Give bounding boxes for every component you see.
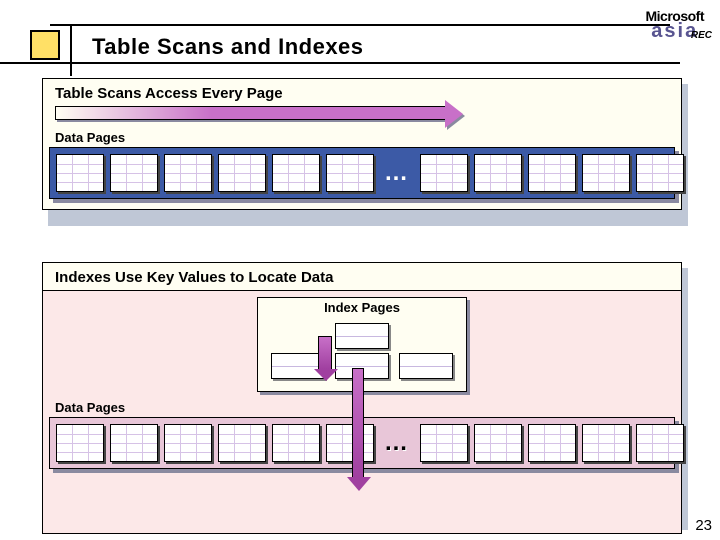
page-block	[110, 424, 158, 462]
deco-square	[30, 30, 74, 74]
page-block	[56, 154, 104, 192]
page-number: 23	[695, 517, 712, 534]
page-block	[420, 424, 468, 462]
page-block	[56, 424, 104, 462]
page-block	[420, 154, 468, 192]
data-pages-label-1: Data Pages	[43, 124, 681, 145]
index-arrow-2-icon	[352, 368, 364, 478]
page-block	[636, 154, 684, 192]
page-block	[326, 424, 374, 462]
page-block	[272, 424, 320, 462]
rule-horizontal-top	[50, 24, 670, 26]
index-pages-label: Index Pages	[266, 300, 458, 319]
panel-indexes: Indexes Use Key Values to Locate Data In…	[42, 262, 682, 534]
page-block	[326, 154, 374, 192]
panel-2-heading: Indexes Use Key Values to Locate Data	[43, 263, 681, 291]
page-block	[474, 154, 522, 192]
panel-1-heading: Table Scans Access Every Page	[43, 79, 681, 106]
index-arrow-1-icon	[318, 336, 332, 370]
panel-table-scans: Table Scans Access Every Page Data Pages…	[42, 78, 682, 210]
page-block	[164, 154, 212, 192]
page-block	[582, 424, 630, 462]
index-pages-panel: Index Pages	[257, 297, 467, 392]
page-block	[582, 154, 630, 192]
page-block	[636, 424, 684, 462]
page-block	[528, 154, 576, 192]
slide-title: Table Scans and Indexes	[92, 34, 364, 60]
index-block	[399, 353, 453, 379]
ellipsis-2: …	[380, 431, 414, 455]
page-block	[110, 154, 158, 192]
rule-horizontal-bottom	[0, 62, 680, 64]
page-block	[528, 424, 576, 462]
rec-label: REC	[691, 30, 712, 41]
page-block	[218, 154, 266, 192]
page-block	[272, 154, 320, 192]
page-block	[164, 424, 212, 462]
ellipsis-1: …	[380, 161, 414, 185]
page-block	[474, 424, 522, 462]
index-block	[335, 323, 389, 349]
page-block	[218, 424, 266, 462]
data-pages-strip-1: …	[49, 147, 675, 199]
scan-arrow-icon	[55, 106, 445, 120]
